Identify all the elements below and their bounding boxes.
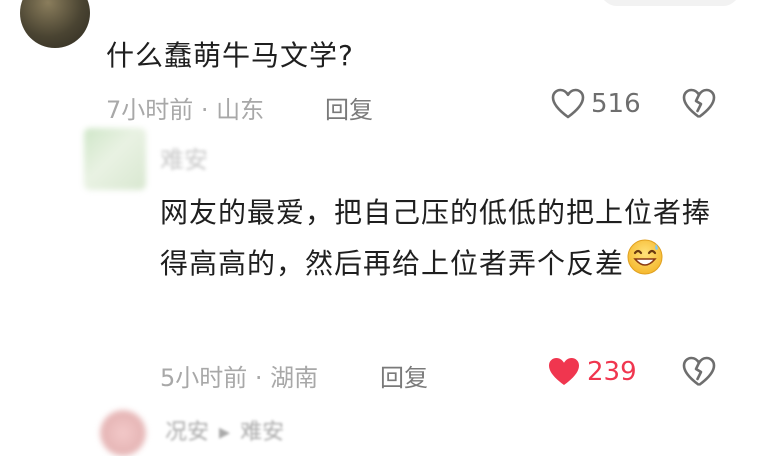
reply-time: 5小时前 <box>160 364 248 392</box>
top-bubble <box>600 0 740 6</box>
reply-avatar[interactable] <box>100 410 146 456</box>
like-count: 239 <box>587 357 637 387</box>
comment-time: 7小时前 <box>106 96 194 124</box>
reply-user-b[interactable]: 难安 <box>240 420 284 445</box>
reply-meta: 5小时前 · 湖南 <box>160 358 318 393</box>
reply-username[interactable]: 难安 <box>160 140 208 175</box>
reply-text-block: 网友的最爱，把自己压的低低的把上位者捧得高高的，然后再给上位者弄个反差 <box>160 188 720 292</box>
like-count: 516 <box>591 89 641 119</box>
dislike-button[interactable] <box>682 356 716 392</box>
like-button[interactable]: 516 <box>551 88 641 120</box>
heart-outline-icon <box>551 88 585 119</box>
heart-filled-icon <box>549 358 579 385</box>
broken-heart-icon <box>682 356 716 387</box>
comment-text: 什么蠢萌牛马文学? <box>106 39 354 72</box>
like-button-active[interactable]: 239 <box>547 356 637 388</box>
broken-heart-icon <box>682 88 716 119</box>
reply-avatar[interactable] <box>84 128 146 190</box>
comment-meta: 7小时前 · 山东 <box>106 90 264 125</box>
avatar[interactable] <box>20 0 90 48</box>
reply-location: 湖南 <box>270 364 319 392</box>
reply-user-a[interactable]: 况安 <box>165 420 209 445</box>
grin-sweat-emoji <box>626 238 664 292</box>
triangle-right-icon: ▸ <box>219 420 231 445</box>
reply-button[interactable]: 回复 <box>380 358 428 393</box>
reply-usernames: 况安 ▸ 难安 <box>165 414 284 446</box>
reply-button[interactable]: 回复 <box>325 90 373 125</box>
meta-dot: · <box>193 96 217 124</box>
comment-location: 山东 <box>216 96 265 124</box>
dislike-button[interactable] <box>682 88 716 124</box>
meta-dot: · <box>247 364 271 392</box>
